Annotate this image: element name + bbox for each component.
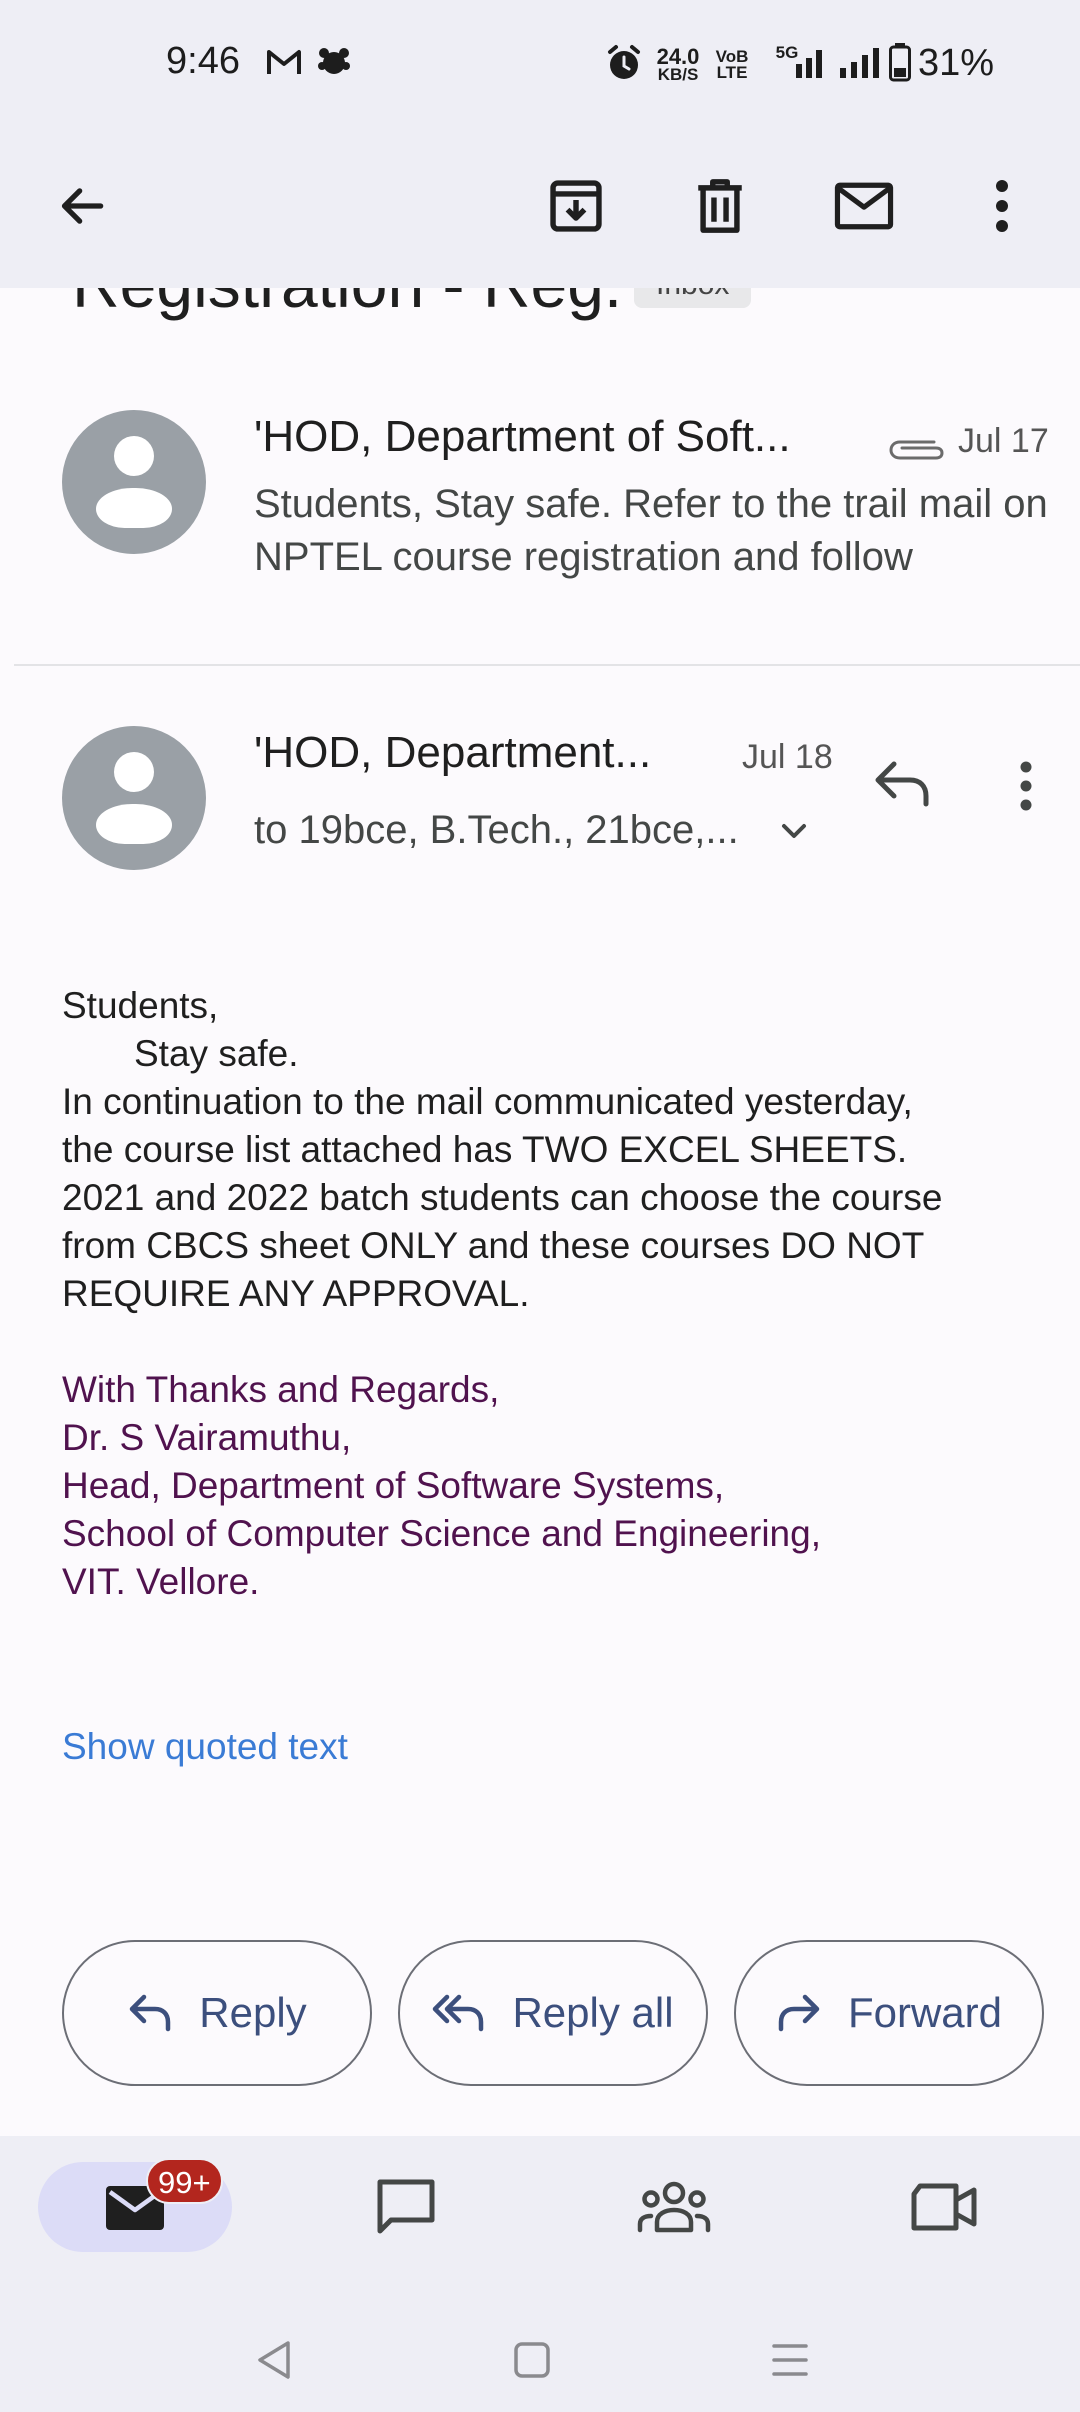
recipients-summary[interactable]: to 19bce, B.Tech., 21bce,... xyxy=(254,808,739,853)
mark-unread-button[interactable] xyxy=(816,158,912,254)
app-bar xyxy=(0,124,1080,288)
forward-label: Forward xyxy=(847,1989,1003,2036)
delete-icon xyxy=(698,179,742,233)
body-line: the course list attached has TWO EXCEL S… xyxy=(62,1129,908,1170)
reply-icon[interactable] xyxy=(872,758,932,810)
sender-name: 'HOD, Department of Soft... xyxy=(254,412,791,461)
spaces-icon xyxy=(637,2181,711,2233)
avatar[interactable] xyxy=(62,410,206,554)
meet-icon xyxy=(911,2183,977,2231)
signature-line: Head, Department of Software Systems, xyxy=(62,1465,725,1506)
attachment-icon xyxy=(889,440,944,460)
more-vert-icon[interactable] xyxy=(1016,760,1036,812)
battery-percent: 31% xyxy=(918,42,995,84)
signature-line: Dr. S Vairamuthu, xyxy=(62,1417,352,1458)
signature-line: With Thanks and Regards, xyxy=(62,1369,500,1410)
square-home-icon xyxy=(514,2342,550,2378)
nav-meet[interactable] xyxy=(884,2162,1004,2252)
more-options-button[interactable] xyxy=(954,158,1050,254)
nav-spaces[interactable] xyxy=(614,2162,734,2252)
signature-line: School of Computer Science and Engineeri… xyxy=(62,1513,821,1554)
status-time: 9:46 xyxy=(166,40,240,82)
show-quoted-text-link[interactable]: Show quoted text xyxy=(62,1726,348,1768)
message-body: Students, Stay safe. In continuation to … xyxy=(62,982,1052,1606)
reply-all-button[interactable]: Reply all xyxy=(398,1940,708,2086)
delete-button[interactable] xyxy=(672,158,768,254)
reply-all-label: Reply all xyxy=(512,1989,674,2036)
signal-bars-icon xyxy=(840,48,879,78)
subject-clip: Registration - Reg. Inbox xyxy=(0,288,1080,348)
message-snippet: Students, Stay safe. Refer to the trail … xyxy=(254,482,1048,579)
subject-title: Registration - Reg. xyxy=(72,288,622,322)
message-date: Jul 17 xyxy=(958,422,1049,460)
gmail-notification-icon xyxy=(267,50,301,74)
status-bar: 9:46 24.0 KB/S VoB LTE 5G 31% xyxy=(0,0,1080,124)
back-arrow-icon xyxy=(61,188,104,224)
sender-name: 'HOD, Department... xyxy=(254,728,652,777)
archive-button[interactable] xyxy=(528,158,624,254)
signature-line: VIT. Vellore. xyxy=(62,1561,260,1602)
chevron-down-icon[interactable] xyxy=(778,820,810,844)
body-line: REQUIRE ANY APPROVAL. xyxy=(62,1273,530,1314)
body-line: from CBCS sheet ONLY and these courses D… xyxy=(62,1225,925,1266)
signal-5g-icon xyxy=(796,50,822,78)
system-home-button[interactable] xyxy=(492,2320,572,2400)
system-back-button[interactable] xyxy=(234,2320,314,2400)
body-line: Students, xyxy=(62,985,219,1026)
menu-recents-icon xyxy=(772,2344,808,2376)
divider xyxy=(14,664,1080,666)
triangle-back-icon xyxy=(258,2341,290,2379)
chat-icon xyxy=(377,2179,435,2234)
battery-icon xyxy=(889,43,911,82)
volte-bottom: LTE xyxy=(716,63,748,82)
body-line: Stay safe. xyxy=(134,1033,299,1074)
reply-label: Reply xyxy=(199,1989,307,2036)
inbox-label-chip[interactable]: Inbox xyxy=(634,288,752,308)
forward-icon xyxy=(778,1994,820,2032)
avatar[interactable] xyxy=(62,726,206,870)
body-line: 2021 and 2022 batch students can choose … xyxy=(62,1177,943,1218)
bottom-navigation: 99+ xyxy=(0,2136,1080,2412)
reply-button[interactable]: Reply xyxy=(62,1940,372,2086)
nav-chat[interactable] xyxy=(346,2162,466,2252)
forward-button[interactable]: Forward xyxy=(734,1940,1044,2086)
more-vert-icon xyxy=(996,180,1008,232)
system-recents-button[interactable] xyxy=(750,2320,830,2400)
back-button[interactable] xyxy=(34,158,130,254)
reply-all-icon xyxy=(433,1994,484,2032)
body-line: In continuation to the mail communicated… xyxy=(62,1081,913,1122)
alarm-icon xyxy=(608,45,640,79)
notification-badge-icon xyxy=(318,48,350,74)
mark-unread-icon xyxy=(834,182,894,230)
message-date: Jul 18 xyxy=(742,738,833,776)
net-speed-unit: KB/S xyxy=(657,65,699,84)
reply-icon xyxy=(130,1994,171,2032)
archive-icon xyxy=(550,180,602,232)
unread-badge: 99+ xyxy=(146,2158,223,2204)
